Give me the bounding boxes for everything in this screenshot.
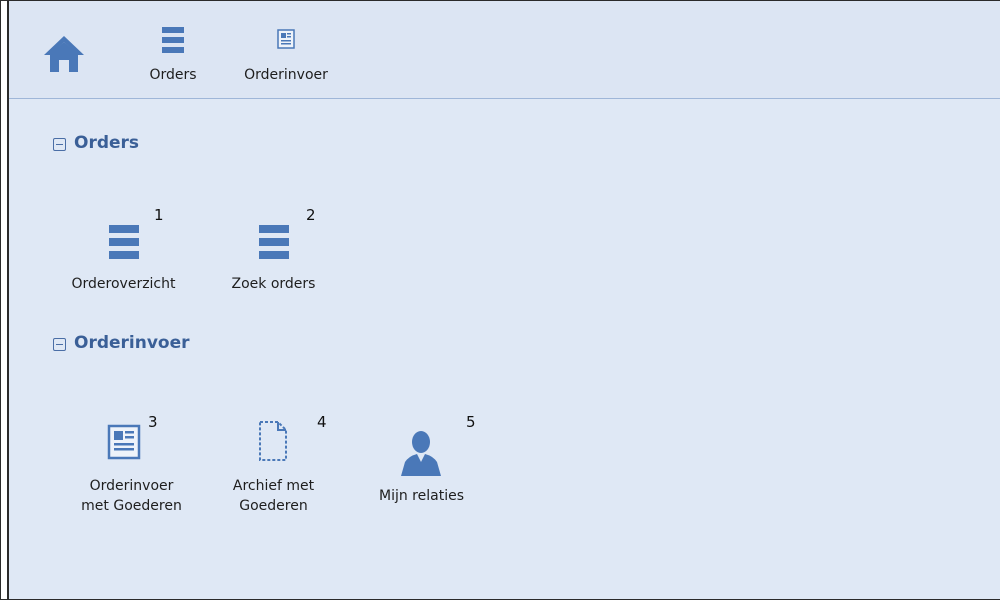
section-header-orders[interactable]: Orders [53,133,139,153]
form-icon [277,29,295,49]
person-icon [401,431,441,476]
collapse-icon[interactable] [53,137,66,151]
toolbar-order-entry-button[interactable]: Orderinvoer [236,1,336,98]
callout-number: 1 [154,206,164,224]
callout-number: 3 [148,413,158,431]
section-title: Orders [74,133,140,153]
tile-orderoverzicht[interactable]: Orderoverzicht [61,201,186,301]
tile-label: Zoek orders [231,276,316,292]
dashed-document-icon [259,421,287,461]
callout-number: 2 [306,206,316,224]
toolbar-orders-button[interactable]: Orders [143,1,203,98]
list-icon [259,225,289,259]
tile-label: Orderoverzicht [71,276,176,292]
tile-label: Mijn relaties [379,488,464,504]
toolbar-orders-label: Orders [149,67,197,83]
form-icon [107,424,141,460]
callout-number: 5 [466,413,476,431]
window-left-border [1,1,9,599]
app-window: Orders Orderinvoer Orders Orderoverzicht… [0,0,1000,600]
tile-label-line1: Archief met [232,478,315,494]
section-header-orderinvoer[interactable]: Orderinvoer [53,333,190,353]
tile-orderinvoer-met-goederen[interactable]: Orderinvoer met Goederen [69,406,194,516]
list-icon [162,27,184,53]
callout-number: 4 [317,413,327,431]
tile-label-line2: met Goederen [81,498,182,514]
toolbar: Orders Orderinvoer [9,1,1000,99]
tile-label-line2: Goederen [239,498,308,514]
tile-zoek-orders[interactable]: Zoek orders [211,201,336,301]
home-icon [44,36,84,72]
toolbar-order-entry-label: Orderinvoer [244,67,328,83]
home-button[interactable] [39,1,89,98]
list-icon [109,225,139,259]
collapse-icon[interactable] [53,337,66,351]
section-title: Orderinvoer [74,333,190,353]
tile-label-line1: Orderinvoer [89,478,174,494]
